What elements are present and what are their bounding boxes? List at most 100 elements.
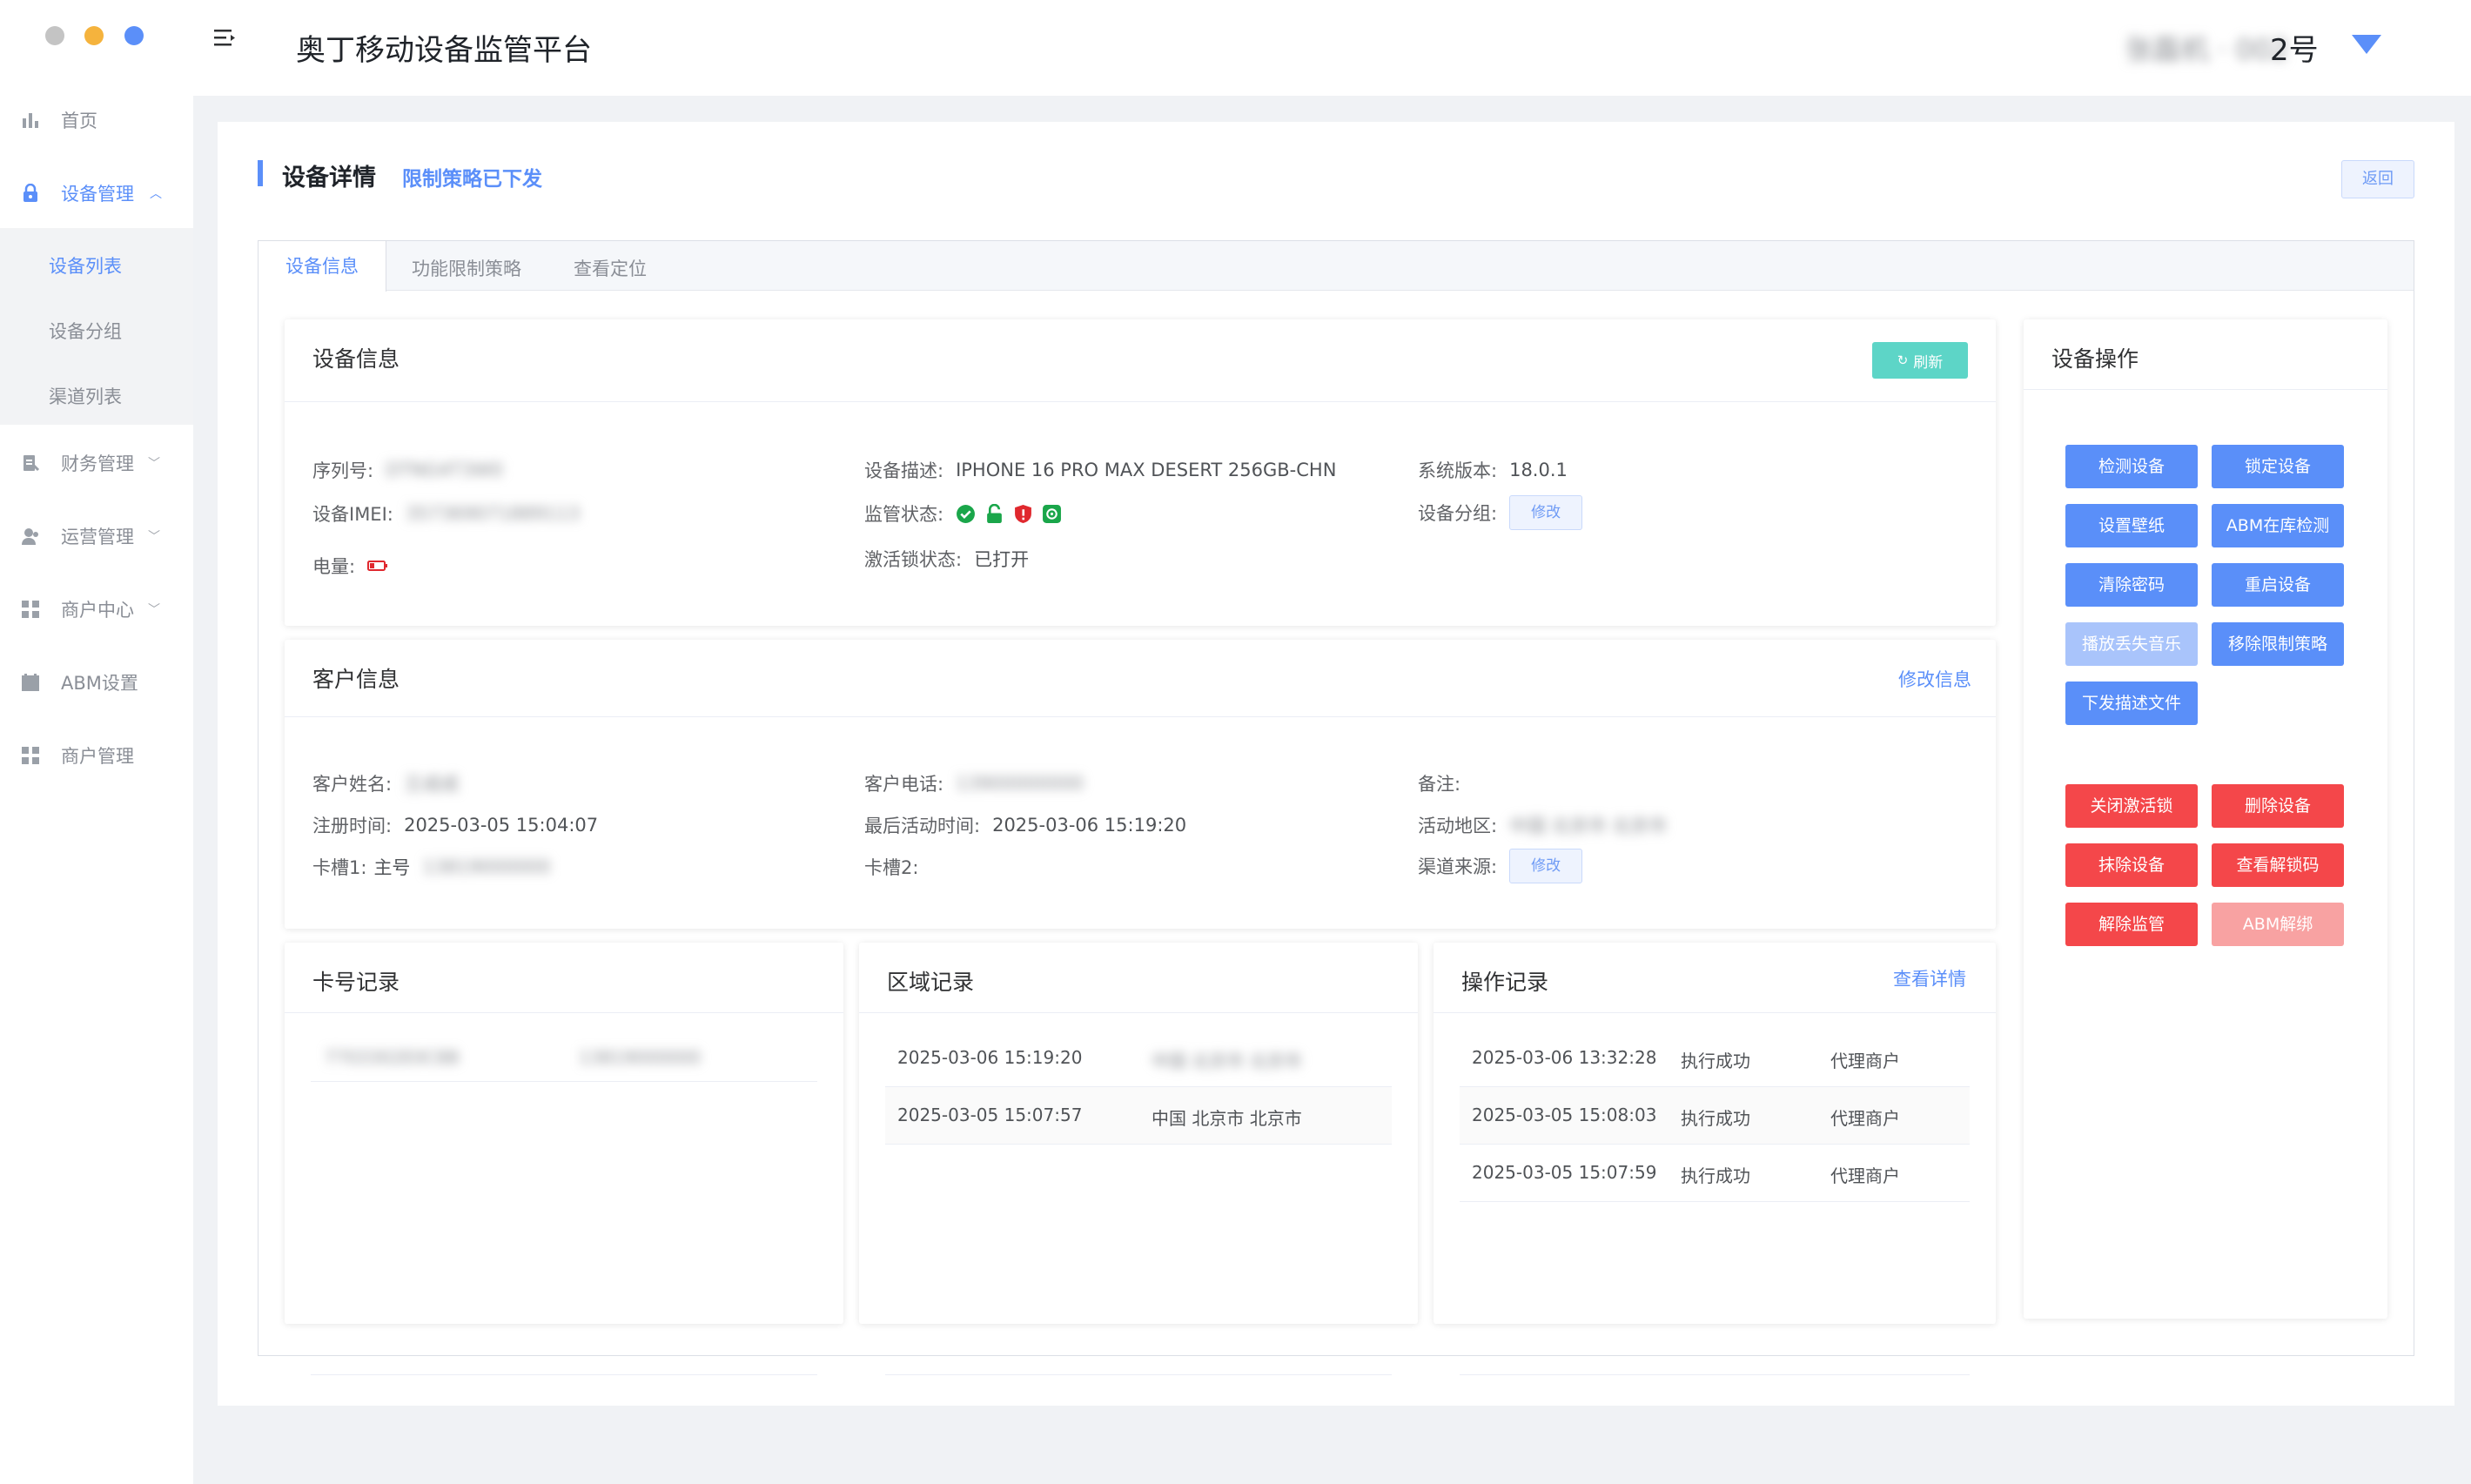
clear-passcode-button[interactable]: 清除密码 — [2065, 563, 2198, 607]
sidebar-item-home[interactable]: 首页 — [0, 94, 193, 146]
sidebar-item-operations[interactable]: 运营管理 ﹀ — [0, 510, 193, 562]
settings-badge-icon — [1043, 504, 1062, 523]
table-row: 7703302E0C8B 13819000000 — [311, 1030, 817, 1082]
remove-supervision-button[interactable]: 解除监管 — [2065, 903, 2198, 946]
erase-device-button[interactable]: 抹除设备 — [2065, 843, 2198, 887]
tab-view-location[interactable]: 查看定位 — [574, 255, 647, 281]
table-row: 2025-03-06 15:19:20 中国 北京市 北京市 — [885, 1030, 1392, 1087]
view-unlock-code-button[interactable]: 查看解锁码 — [2212, 843, 2344, 887]
table-row: 2025-03-05 15:07:57 中国 北京市 北京市 — [885, 1087, 1392, 1145]
main-panel: 设备详情 限制策略已下发 返回 设备信息 功能限制策略 查看定位 设备信息 ↻ … — [218, 122, 2454, 1406]
bar-chart-icon — [23, 113, 38, 128]
abm-stock-check-button[interactable]: ABM在库检测 — [2212, 504, 2344, 547]
table-bottom-line — [1460, 1374, 1970, 1375]
region-time: 2025-03-06 15:19:20 — [897, 1047, 1083, 1068]
reg-time-value: 2025-03-05 15:04:07 — [404, 815, 599, 836]
divider — [285, 716, 1996, 717]
user-name-suffix: 2号 — [2270, 33, 2319, 68]
detect-device-button[interactable]: 检测设备 — [2065, 445, 2198, 488]
battery-low-icon — [367, 561, 388, 571]
last-active-label: 最后活动时间: — [864, 816, 981, 836]
sidebar-item-device-management[interactable]: 设备管理 ︿ — [0, 167, 193, 219]
region-label: 活动地区: — [1418, 816, 1498, 836]
sidebar-item-finance[interactable]: 财务管理 ﹀ — [0, 437, 193, 489]
disable-activation-lock-button[interactable]: 关闭激活锁 — [2065, 784, 2198, 828]
lock-device-button[interactable]: 锁定设备 — [2212, 445, 2344, 488]
chevron-down-icon: ﹀ — [148, 530, 160, 544]
channel-field: 渠道来源: 修改 — [1418, 849, 1583, 883]
op-operator: 代理商户 — [1830, 1108, 1900, 1129]
divider — [1434, 1012, 1996, 1013]
refresh-label: 刷新 — [1913, 353, 1944, 372]
divider — [2024, 389, 2387, 390]
play-lost-sound-button[interactable]: 播放丢失音乐 — [2065, 622, 2198, 666]
menu-fold-icon[interactable] — [214, 28, 237, 49]
page-title: 设备详情 — [282, 165, 376, 191]
unlock-icon — [987, 503, 1002, 523]
push-profile-button[interactable]: 下发描述文件 — [2065, 682, 2198, 725]
os-field: 系统版本: 18.0.1 — [1418, 457, 1568, 483]
remove-restriction-button[interactable]: 移除限制策略 — [2212, 622, 2344, 666]
desc-value: IPHONE 16 PRO MAX DESERT 256GB-CHN — [956, 460, 1337, 480]
refresh-button[interactable]: ↻ 刷新 — [1872, 342, 1968, 379]
table-bottom-line — [885, 1374, 1392, 1375]
sidebar-subitem-channel-list[interactable]: 渠道列表 — [49, 383, 122, 409]
restart-device-button[interactable]: 重启设备 — [2212, 563, 2344, 607]
last-active-value: 2025-03-06 15:19:20 — [992, 815, 1187, 836]
os-value: 18.0.1 — [1509, 460, 1568, 480]
sidebar-item-label: 设备管理 — [61, 184, 134, 205]
sidebar-item-merchant-center[interactable]: 商户中心 ﹀ — [0, 583, 193, 635]
card-records-table: 7703302E0C8B 13819000000 — [311, 1030, 817, 1413]
channel-modify-button[interactable]: 修改 — [1509, 849, 1583, 883]
slot1-prefix: 主号 — [373, 857, 411, 878]
slot2-label: 卡槽2: — [864, 857, 919, 878]
group-modify-button[interactable]: 修改 — [1509, 495, 1583, 530]
region-name: 中国 北京市 北京市 — [1152, 1108, 1302, 1129]
refresh-icon: ↻ — [1897, 353, 1909, 368]
customer-name-value: 王成成 — [404, 774, 460, 795]
tab-container: 设备信息 功能限制策略 查看定位 设备信息 ↻ 刷新 序列号: DTNG4T3W… — [258, 240, 2414, 1375]
back-button[interactable]: 返回 — [2341, 160, 2414, 198]
op-result: 执行成功 — [1681, 1108, 1750, 1129]
window-minimize-dot[interactable] — [84, 26, 104, 45]
tab-function-restrictions[interactable]: 功能限制策略 — [412, 255, 521, 281]
sidebar-item-abm-settings[interactable]: ABM设置 — [0, 656, 193, 708]
sidebar-item-label: 商户管理 — [61, 746, 134, 767]
customer-name-label: 客户姓名: — [312, 774, 393, 795]
window-maximize-dot[interactable] — [124, 26, 144, 45]
battery-label: 电量: — [312, 556, 356, 577]
op-result: 执行成功 — [1681, 1165, 1750, 1186]
table-row: 2025-03-05 15:07:59 执行成功 代理商户 — [1460, 1145, 1970, 1202]
edit-info-link[interactable]: 修改信息 — [1898, 666, 1971, 692]
sidebar-item-merchant-management[interactable]: 商户管理 — [0, 729, 193, 782]
activation-lock-label: 激活锁状态: — [864, 549, 963, 570]
user-icon — [22, 528, 38, 545]
title-accent-bar — [258, 160, 263, 186]
abm-unbind-button[interactable]: ABM解绑 — [2212, 903, 2344, 946]
serial-label: 序列号: — [312, 460, 374, 481]
reg-time-field: 注册时间: 2025-03-05 15:04:07 — [312, 812, 598, 838]
region-field: 活动地区: 中国 北京市 北京市 — [1418, 812, 1667, 838]
policy-status: 限制策略已下发 — [402, 168, 542, 191]
sidebar-subitem-device-list[interactable]: 设备列表 — [49, 252, 122, 279]
supervision-field: 监管状态: — [864, 500, 1062, 527]
delete-device-button[interactable]: 删除设备 — [2212, 784, 2344, 828]
reg-time-label: 注册时间: — [312, 816, 393, 836]
channel-label: 渠道来源: — [1418, 856, 1498, 877]
imei-field: 设备IMEI: 357369071889113 — [312, 500, 580, 527]
window-close-dot[interactable] — [45, 26, 64, 45]
chevron-up-icon: ︿ — [150, 187, 162, 201]
chevron-down-icon: ﹀ — [148, 457, 160, 471]
table-row: 2025-03-05 15:08:03 执行成功 代理商户 — [1460, 1087, 1970, 1145]
sidebar-item-label: 首页 — [61, 111, 97, 131]
group-label: 设备分组: — [1418, 503, 1498, 524]
set-wallpaper-button[interactable]: 设置壁纸 — [2065, 504, 2198, 547]
supervision-icons — [956, 503, 1062, 524]
region-name-blurred: 中国 北京市 北京市 — [1152, 1051, 1302, 1071]
tab-device-info[interactable]: 设备信息 — [258, 240, 386, 292]
op-time: 2025-03-05 15:08:03 — [1472, 1105, 1657, 1125]
caret-down-icon[interactable] — [2352, 35, 2381, 54]
sidebar-subitem-device-group[interactable]: 设备分组 — [49, 318, 122, 344]
desc-field: 设备描述: IPHONE 16 PRO MAX DESERT 256GB-CHN — [864, 457, 1336, 483]
view-details-link[interactable]: 查看详情 — [1893, 965, 1966, 991]
